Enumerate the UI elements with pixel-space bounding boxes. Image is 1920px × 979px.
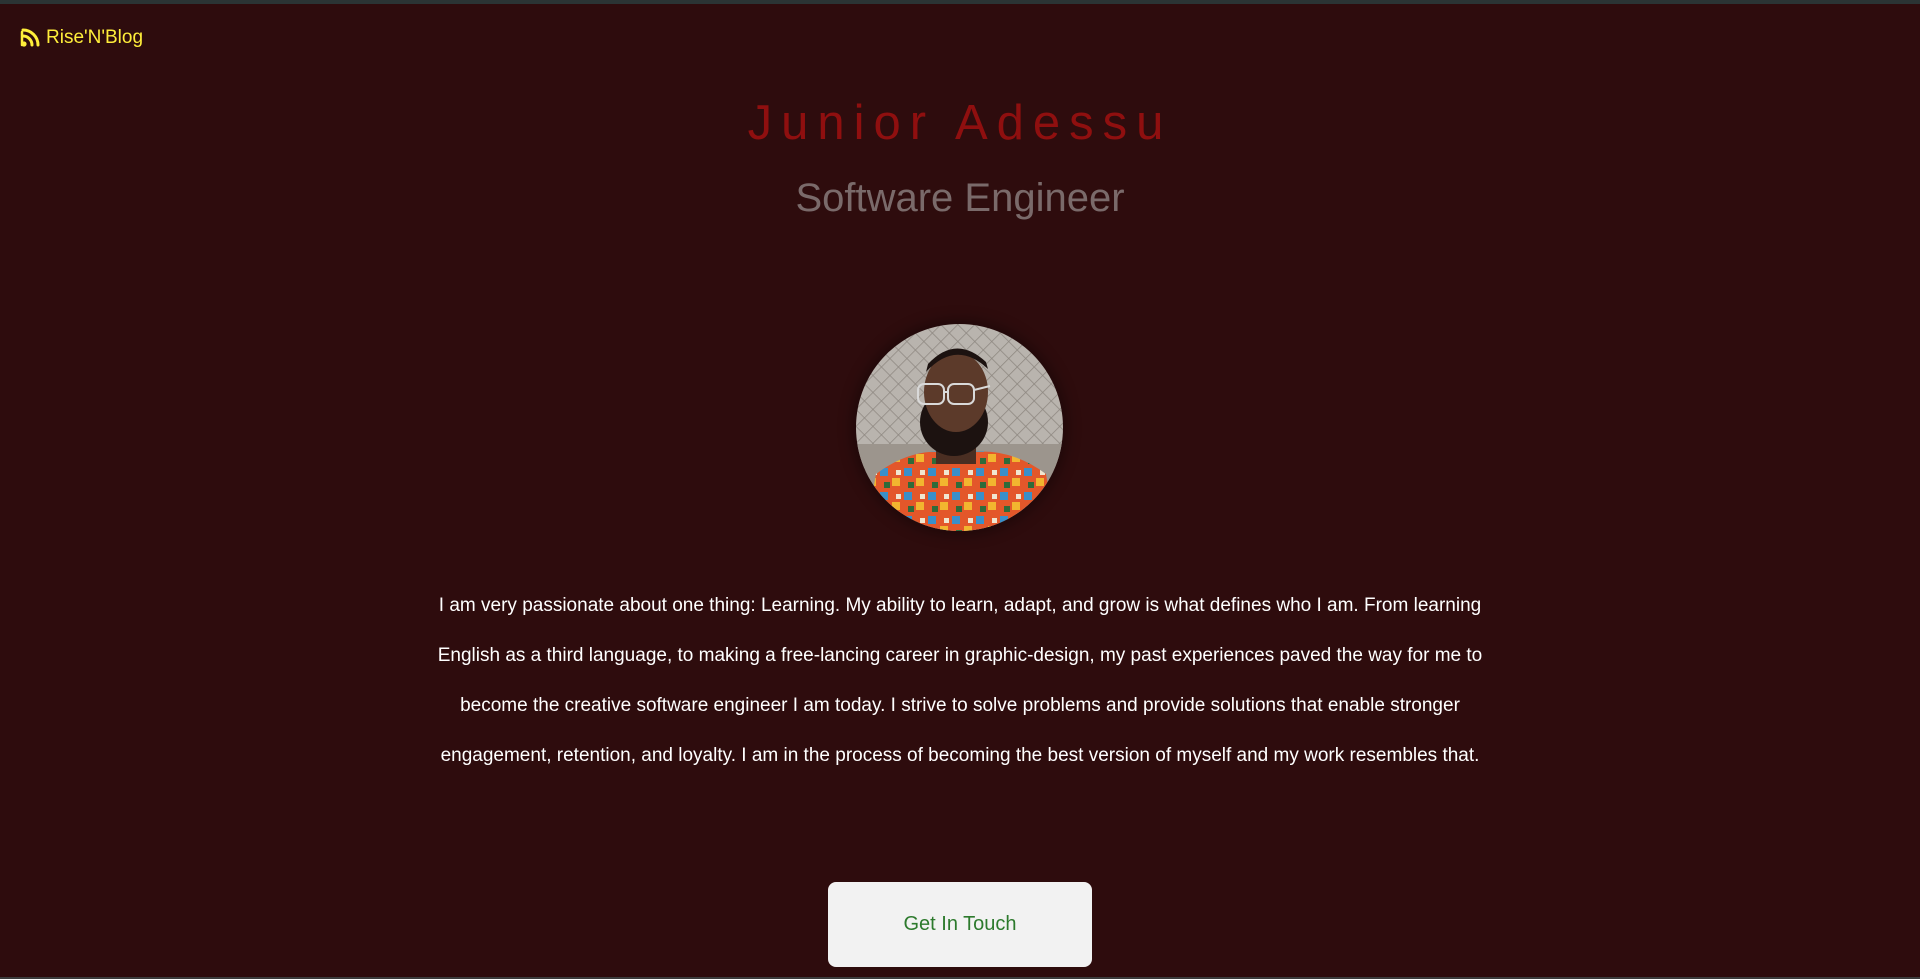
browser-top-strip <box>0 0 1920 4</box>
get-in-touch-button[interactable]: Get In Touch <box>828 882 1092 967</box>
brand-label: Rise'N'Blog <box>46 27 144 48</box>
hero-title: Software Engineer <box>795 176 1125 220</box>
rss-feed-icon <box>19 27 41 49</box>
brand-logo-link[interactable]: Rise'N'Blog <box>19 27 143 49</box>
avatar <box>856 324 1063 531</box>
avatar-portrait-image <box>856 324 1063 531</box>
hero-name: Junior Adessu <box>747 96 1173 150</box>
bio-paragraph: I am very passionate about one thing: Le… <box>437 595 1483 766</box>
